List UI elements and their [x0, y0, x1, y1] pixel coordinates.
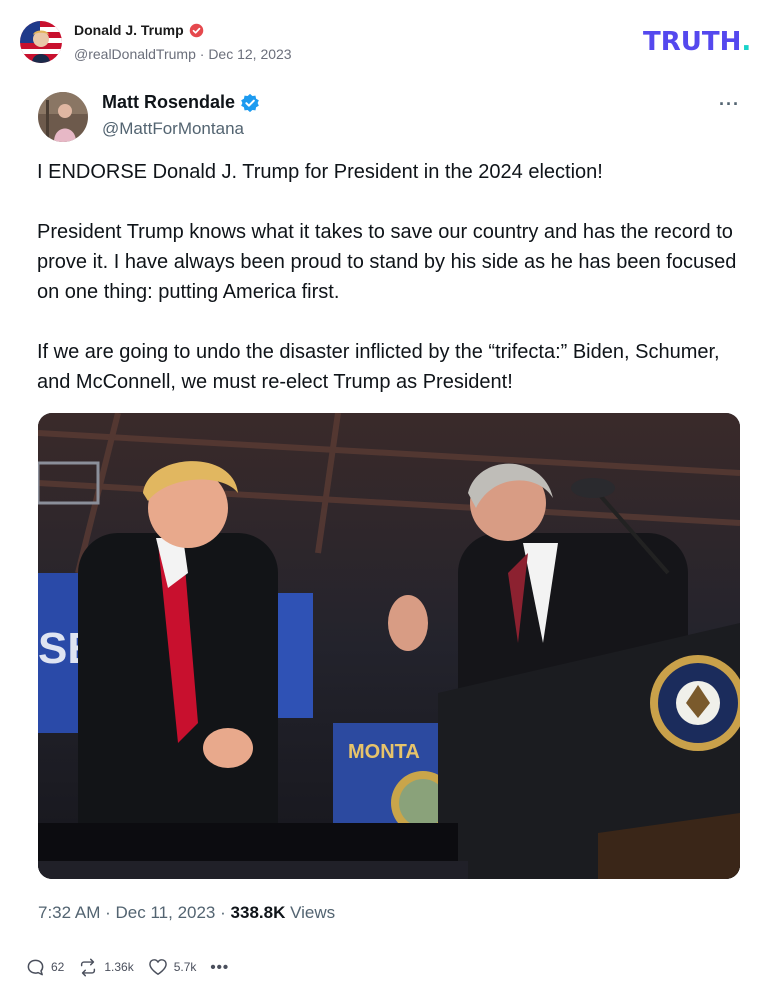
truth-post-header: Donald J. Trump @realDonaldTrump · Dec 1…	[0, 0, 777, 80]
more-options-icon[interactable]: ···	[719, 94, 740, 115]
post-text-paragraph-1: I ENDORSE Donald J. Trump for President …	[37, 161, 603, 183]
post-date[interactable]: Dec 12, 2023	[208, 46, 291, 62]
author-avatar[interactable]	[20, 21, 62, 63]
author-display-name[interactable]: Donald J. Trump	[74, 22, 184, 38]
x-author-handle[interactable]: @MattForMontana	[102, 119, 244, 139]
action-bar: 62 1.36k 5.7k •••	[26, 956, 229, 978]
like-count: 5.7k	[173, 960, 197, 974]
post-text-paragraph-3: If we are going to undo the disaster inf…	[37, 341, 720, 393]
separator-dot: ·	[220, 903, 226, 922]
x-author-name-row: Matt Rosendale	[102, 92, 260, 113]
repost-button[interactable]: 1.36k	[78, 958, 134, 977]
x-author-avatar[interactable]	[38, 92, 88, 142]
verified-badge-icon	[189, 23, 203, 37]
reply-count: 62	[51, 960, 65, 974]
post-time[interactable]: 7:32 AM	[38, 903, 100, 922]
truth-logo[interactable]: TRUTH.	[643, 27, 751, 57]
author-name-row: Donald J. Trump	[74, 22, 204, 38]
truth-logo-dot: .	[741, 27, 752, 57]
separator-dot: ·	[199, 46, 205, 62]
views-count: 338.8K	[230, 903, 286, 922]
x-author-display-name[interactable]: Matt Rosendale	[102, 92, 235, 113]
truth-logo-text: TRUTH	[643, 27, 742, 57]
reply-button[interactable]: 62	[26, 958, 64, 977]
post-meta: 7:32 AM · Dec 11, 2023 · 338.8K Views	[38, 903, 335, 923]
verified-badge-icon	[241, 93, 259, 112]
more-actions-icon[interactable]: •••	[210, 959, 229, 976]
author-handle-row: @realDonaldTrump · Dec 12, 2023	[74, 46, 292, 62]
author-handle[interactable]: @realDonaldTrump	[74, 46, 196, 62]
views-label: Views	[290, 903, 336, 922]
heart-icon	[148, 959, 167, 975]
montana-sign-text: MONTA	[348, 741, 420, 763]
like-button[interactable]: 5.7k	[148, 958, 197, 976]
repost-count: 1.36k	[104, 960, 134, 974]
post-text-paragraph-2: President Trump knows what it takes to s…	[37, 221, 737, 303]
repost-icon	[81, 958, 96, 976]
reply-icon	[27, 959, 44, 975]
separator-dot: ·	[105, 903, 111, 922]
post-photo[interactable]: SE T MONTA	[38, 413, 740, 879]
rally-photo-illustration: SE T MONTA	[38, 413, 740, 879]
embedded-post-card: Matt Rosendale @MattForMontana ··· I END…	[14, 80, 763, 940]
post-date[interactable]: Dec 11, 2023	[116, 903, 216, 922]
